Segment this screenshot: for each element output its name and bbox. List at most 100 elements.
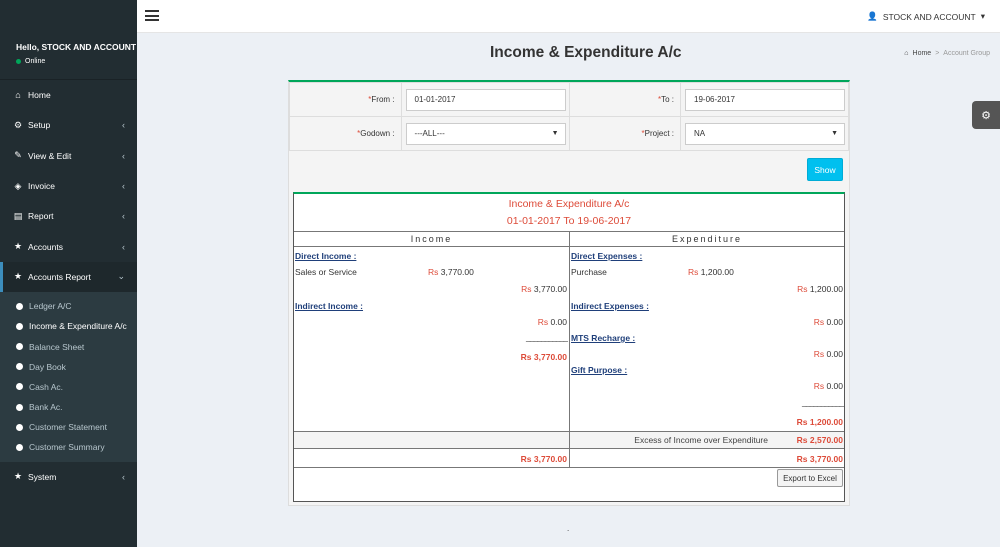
footer-dot: . [567,524,570,533]
chevron-left-icon: ‹ [122,150,125,161]
submenu-item-ledger[interactable]: Ledger A/C [0,296,137,316]
sidebar-item-view-edit[interactable]: ✎ View & Edit ‹ [0,141,137,171]
star-icon: ★ [13,471,23,482]
grand-total-row: Rs 3,770.00 Rs 3,770.00 [294,448,844,467]
godown-select[interactable]: ---ALL--- ▼ [405,122,566,145]
submenu-item-bank[interactable]: Bank Ac. [0,397,137,417]
mts-recharge-total: Rs 0.00 [813,349,843,359]
home-icon: ⌂ [904,50,909,57]
file-icon: ▤ [13,210,23,221]
excess-amount: Rs 2,570.00 [796,435,843,445]
submenu-item-customer-summary[interactable]: Customer Summary [0,437,137,457]
show-button[interactable]: Show [807,158,843,181]
circle-icon [16,443,23,451]
circle-icon [16,363,23,371]
submenu-item-label: Day Book [29,361,66,372]
direct-expenses-total: Rs 1,200.00 [797,284,843,294]
user-menu[interactable]: 👤 STOCK AND ACCOUNT ▾ [867,11,985,22]
user-menu-name: STOCK AND ACCOUNT [882,11,976,22]
sidebar-item-label: Home [28,90,51,101]
star-icon: ★ [13,271,23,282]
submenu-item-balance-sheet[interactable]: Balance Sheet [0,336,137,356]
circle-icon [16,403,23,411]
sidebar-item-label: Invoice [28,181,55,192]
sidebar-item-accounts[interactable]: ★ Accounts ‹ [0,231,137,261]
sidebar-toggle-icon[interactable] [145,10,159,21]
sidebar-item-label: Accounts Report [28,271,91,282]
user-greeting: Hello, STOCK AND ACCOUNT [16,42,137,52]
direct-expenses-heading[interactable]: Direct Expenses : [571,251,642,261]
indirect-expenses-total: Rs 0.00 [813,317,843,327]
sidebar-item-setup[interactable]: ⚙ Setup ‹ [0,110,137,140]
circle-icon [16,343,23,351]
project-label: *Project : [568,116,681,151]
circle-icon [16,383,23,391]
submenu-item-day-book[interactable]: Day Book [0,357,137,377]
grand-total-income: Rs 3,770.00 [520,454,567,464]
expenditure-subtotal: Rs 1,200.00 [796,417,843,427]
sidebar: Hello, STOCK AND ACCOUNT Online ⌂ Home ⚙… [0,0,137,547]
submenu-item-label: Balance Sheet [29,341,85,352]
income-expenditure-report: Income & Expenditure A/c 01-01-2017 To 1… [293,192,845,502]
caret-down-icon: ▾ [980,11,985,21]
sidebar-item-label: Accounts [28,241,63,252]
user-status-label: Online [25,58,46,65]
sidebar-item-label: System [28,471,57,482]
sidebar-item-accounts-report[interactable]: ★ Accounts Report ⌄ [0,261,137,293]
expenditure-underline: ___________ [801,397,844,407]
sidebar-item-invoice[interactable]: ◈ Invoice ‹ [0,171,137,201]
sidebar-item-report[interactable]: ▤ Report ‹ [0,201,137,231]
gift-purpose-heading[interactable]: Gift Purpose : [571,365,627,375]
submenu-item-label: Cash Ac. [29,381,64,392]
from-date-input[interactable]: 01-01-2017 [405,88,566,111]
export-to-excel-button[interactable]: Export to Excel [777,469,843,487]
chevron-left-icon: ‹ [122,241,125,252]
excess-row: Excess of Income over Expenditure Rs 2,5… [294,431,844,448]
direct-income-heading[interactable]: Direct Income : [295,251,356,261]
sidebar-item-home[interactable]: ⌂ Home [0,80,137,110]
breadcrumb-home[interactable]: Home [913,50,932,57]
sidebar-item-system[interactable]: ★ System ‹ [0,462,137,492]
edit-icon: ✎ [14,150,22,161]
show-row: Show [289,152,849,190]
filter-table: *From : 01-01-2017 *To : 19-06-2017 *God… [289,82,849,151]
invoice-icon: ◈ [14,180,22,191]
breadcrumb: ⌂ Home > Account Group [904,50,990,57]
income-subtotal: Rs 3,770.00 [520,352,567,362]
submenu-item-income-expenditure[interactable]: Income & Expenditure A/c [0,316,137,336]
to-date-input[interactable]: 19-06-2017 [685,88,845,111]
indirect-expenses-heading[interactable]: Indirect Expenses : [571,301,649,311]
report-period: 01-01-2017 To 19-06-2017 [506,215,632,227]
submenu-item-label: Customer Statement [29,422,107,433]
chevron-left-icon: ‹ [122,211,125,222]
page-title: Income & Expenditure A/c [490,44,682,61]
sales-service-amount: Rs 3,770.00 [428,267,474,277]
submenu-item-label: Ledger A/C [29,301,72,312]
user-icon: 👤 [867,11,878,21]
income-column-header: Income [294,231,569,247]
settings-gear-button[interactable]: ⚙ [972,101,1000,129]
purchase-label: Purchase [571,267,607,277]
submenu-item-cash[interactable]: Cash Ac. [0,377,137,397]
gift-purpose-total: Rs 0.00 [813,381,843,391]
direct-income-total: Rs 3,770.00 [521,284,567,294]
gear-icon: ⚙ [981,109,991,122]
from-label: *From : [289,82,402,117]
grand-total-expenditure: Rs 3,770.00 [796,454,843,464]
star-icon: ★ [13,241,23,252]
project-select[interactable]: NA ▼ [685,122,845,145]
indirect-income-heading[interactable]: Indirect Income : [295,301,363,311]
godown-label: *Godown : [289,116,402,151]
top-navbar: 👤 STOCK AND ACCOUNT ▾ [137,0,1000,33]
accounts-report-submenu: Ledger A/C Income & Expenditure A/c Bala… [0,292,137,462]
income-underline: ___________ [525,332,568,342]
mts-recharge-heading[interactable]: MTS Recharge : [571,333,635,343]
project-select-value: NA [694,129,706,138]
indirect-income-total: Rs 0.00 [537,317,567,327]
submenu-item-customer-statement[interactable]: Customer Statement [0,417,137,437]
chevron-left-icon: ‹ [122,181,125,192]
godown-select-value: ---ALL--- [414,129,445,138]
online-status-icon [16,59,21,64]
to-label: *To : [568,82,681,117]
purchase-amount: Rs 1,200.00 [688,267,734,277]
